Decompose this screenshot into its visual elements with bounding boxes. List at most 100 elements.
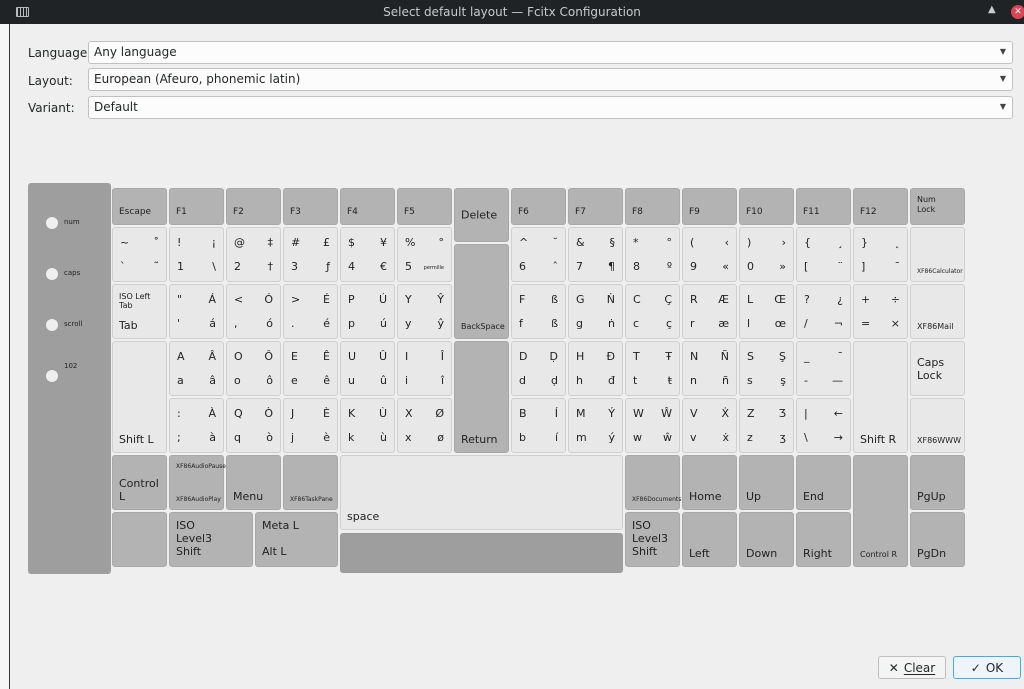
key-x[interactable]: X Øx ø (397, 398, 452, 453)
key-2[interactable]: @ ‡ 2 † (226, 227, 281, 282)
ok-button[interactable]: ✓ OK (953, 656, 1021, 679)
key-symbol[interactable]: | ← \ → (796, 398, 851, 453)
key-f12[interactable]: F12 (853, 188, 908, 225)
key-7[interactable]: & § 7 ¶ (568, 227, 623, 282)
key-control-r[interactable]: Control R (853, 455, 908, 567)
key-f2[interactable]: F2 (226, 188, 281, 225)
clear-button[interactable]: ✕ Clear (878, 656, 946, 679)
key-3[interactable]: # £3 ƒ (283, 227, 338, 282)
key-symbol[interactable]: ? ¿ / ¬ (796, 284, 851, 339)
key-o[interactable]: O Ôo ô (226, 341, 281, 396)
key-symbol[interactable]: " Á ' á (169, 284, 224, 339)
key-f7[interactable]: F7 (568, 188, 623, 225)
key-caps-lock[interactable]: Caps Lock (910, 341, 965, 396)
key-0[interactable]: ) › 0 » (739, 227, 794, 282)
key-s[interactable]: S Şs ş (739, 341, 794, 396)
key-t[interactable]: T Ŧt ŧ (625, 341, 680, 396)
key-f4[interactable]: F4 (340, 188, 395, 225)
key-j[interactable]: J Èj è (283, 398, 338, 453)
key-delete[interactable]: Delete (454, 188, 509, 242)
key-num-lock[interactable]: Num Lock (910, 188, 965, 225)
key-return[interactable]: Return (454, 341, 509, 453)
key-u[interactable]: U Ûu û (340, 341, 395, 396)
key-tab[interactable]: ISO Left Tab Tab (112, 284, 167, 339)
key-symbol[interactable]: } ˛] ¯ (853, 227, 908, 282)
key-pgup[interactable]: PgUp (910, 455, 965, 510)
key-q[interactable]: Q Òq ò (226, 398, 281, 453)
keep-above-icon[interactable]: ▲ (988, 4, 996, 15)
key-6[interactable]: ^ ˘ 6 ˆ (511, 227, 566, 282)
key-l[interactable]: L Œl œ (739, 284, 794, 339)
key-symbol[interactable]: {¸ [¨ (796, 227, 851, 282)
key-n[interactable]: N Ñn ñ (682, 341, 737, 396)
key-f3[interactable]: F3 (283, 188, 338, 225)
close-icon[interactable]: ✕ (1011, 5, 1024, 19)
key-c[interactable]: C Çc ç (625, 284, 680, 339)
key-5[interactable]: % ° 5 permille (397, 227, 452, 282)
key-end[interactable]: End (796, 455, 851, 510)
key-w[interactable]: W Ŵw ŵ (625, 398, 680, 453)
key-xf86documents[interactable]: XF86Documents (625, 455, 681, 510)
key-r[interactable]: R Ær æ (682, 284, 737, 339)
key-i[interactable]: I Îi î (397, 341, 452, 396)
key-up[interactable]: Up (739, 455, 794, 510)
key-f6[interactable]: F6 (511, 188, 566, 225)
key-glyph: C (633, 293, 641, 306)
key-symbol[interactable]: ~ ˚ ` ˜ (112, 227, 167, 282)
key-shift-r[interactable]: Shift R (853, 341, 908, 453)
key-8[interactable]: * ° 8 º (625, 227, 680, 282)
key-f[interactable]: Fß f ß (511, 284, 566, 339)
key-h[interactable]: H Đh đ (568, 341, 623, 396)
key-xf86taskpane[interactable]: XF86TaskPane (283, 455, 338, 510)
key-xf86audioplay[interactable]: XF86AudioPause XF86AudioPlay (169, 455, 226, 510)
key-down[interactable]: Down (739, 512, 794, 567)
key-meta-l-alt-l[interactable]: Meta L Alt L (255, 512, 338, 567)
language-label: Language: (28, 46, 92, 60)
key-left[interactable]: Left (682, 512, 737, 567)
key-symbol[interactable]: + ÷ = × (853, 284, 908, 339)
key-backspace[interactable]: BackSpace (454, 244, 509, 339)
key-shift-l[interactable]: Shift L (112, 341, 167, 453)
key-4[interactable]: $ ¥4 € (340, 227, 395, 282)
key-escape[interactable]: Escape (112, 188, 167, 225)
key-z[interactable]: Z Ʒz ʒ (739, 398, 794, 453)
language-select[interactable]: Any language ▼ (88, 41, 1013, 64)
key-blank[interactable] (112, 512, 167, 567)
key-symbol[interactable]: : À; à (169, 398, 224, 453)
key-symbol[interactable]: > É. é (283, 284, 338, 339)
key-control-l[interactable]: Control L (112, 455, 167, 510)
key-symbol[interactable]: < Ó, ó (226, 284, 281, 339)
key-1[interactable]: ! ¡ 1 \ (169, 227, 224, 282)
key-f1[interactable]: F1 (169, 188, 224, 225)
key--[interactable]: _ ¯ - — (796, 341, 851, 396)
key-f10[interactable]: F10 (739, 188, 794, 225)
key-pgdn[interactable]: PgDn (910, 512, 965, 567)
key-f5[interactable]: F5 (397, 188, 452, 225)
key-space[interactable]: space (340, 455, 623, 530)
key-home[interactable]: Home (682, 455, 737, 510)
layout-select[interactable]: European (Afeuro, phonemic latin) ▼ (88, 68, 1013, 91)
variant-select[interactable]: Default ▼ (88, 96, 1013, 119)
key-f8[interactable]: F8 (625, 188, 680, 225)
key-iso-level3-shift[interactable]: ISO Level3 Shift (625, 512, 680, 567)
key-xf86mail[interactable]: XF86Mail (910, 284, 965, 339)
key-e[interactable]: E Êe ê (283, 341, 338, 396)
key-a[interactable]: A Âa â (169, 341, 224, 396)
key-iso-level3-shift[interactable]: ISO Level3 Shift (169, 512, 253, 567)
key-k[interactable]: K Ùk ù (340, 398, 395, 453)
key-m[interactable]: M Ým ý (568, 398, 623, 453)
key-blank[interactable] (340, 533, 623, 573)
key-b[interactable]: B Íb í (511, 398, 566, 453)
key-f9[interactable]: F9 (682, 188, 737, 225)
key-y[interactable]: Y Ŷy ŷ (397, 284, 452, 339)
key-d[interactable]: D Ḍd ḍ (511, 341, 566, 396)
key-xf86www[interactable]: XF86WWW (910, 398, 965, 453)
key-v[interactable]: V Ẋv ẋ (682, 398, 737, 453)
key-menu[interactable]: Menu (226, 455, 281, 510)
key-g[interactable]: G Ṅg ṅ (568, 284, 623, 339)
key-right[interactable]: Right (796, 512, 851, 567)
key-xf86calculator[interactable]: XF86Calculator (910, 227, 965, 282)
key-9[interactable]: (‹ 9 « (682, 227, 737, 282)
key-f11[interactable]: F11 (796, 188, 851, 225)
key-p[interactable]: P Úp ú (340, 284, 395, 339)
